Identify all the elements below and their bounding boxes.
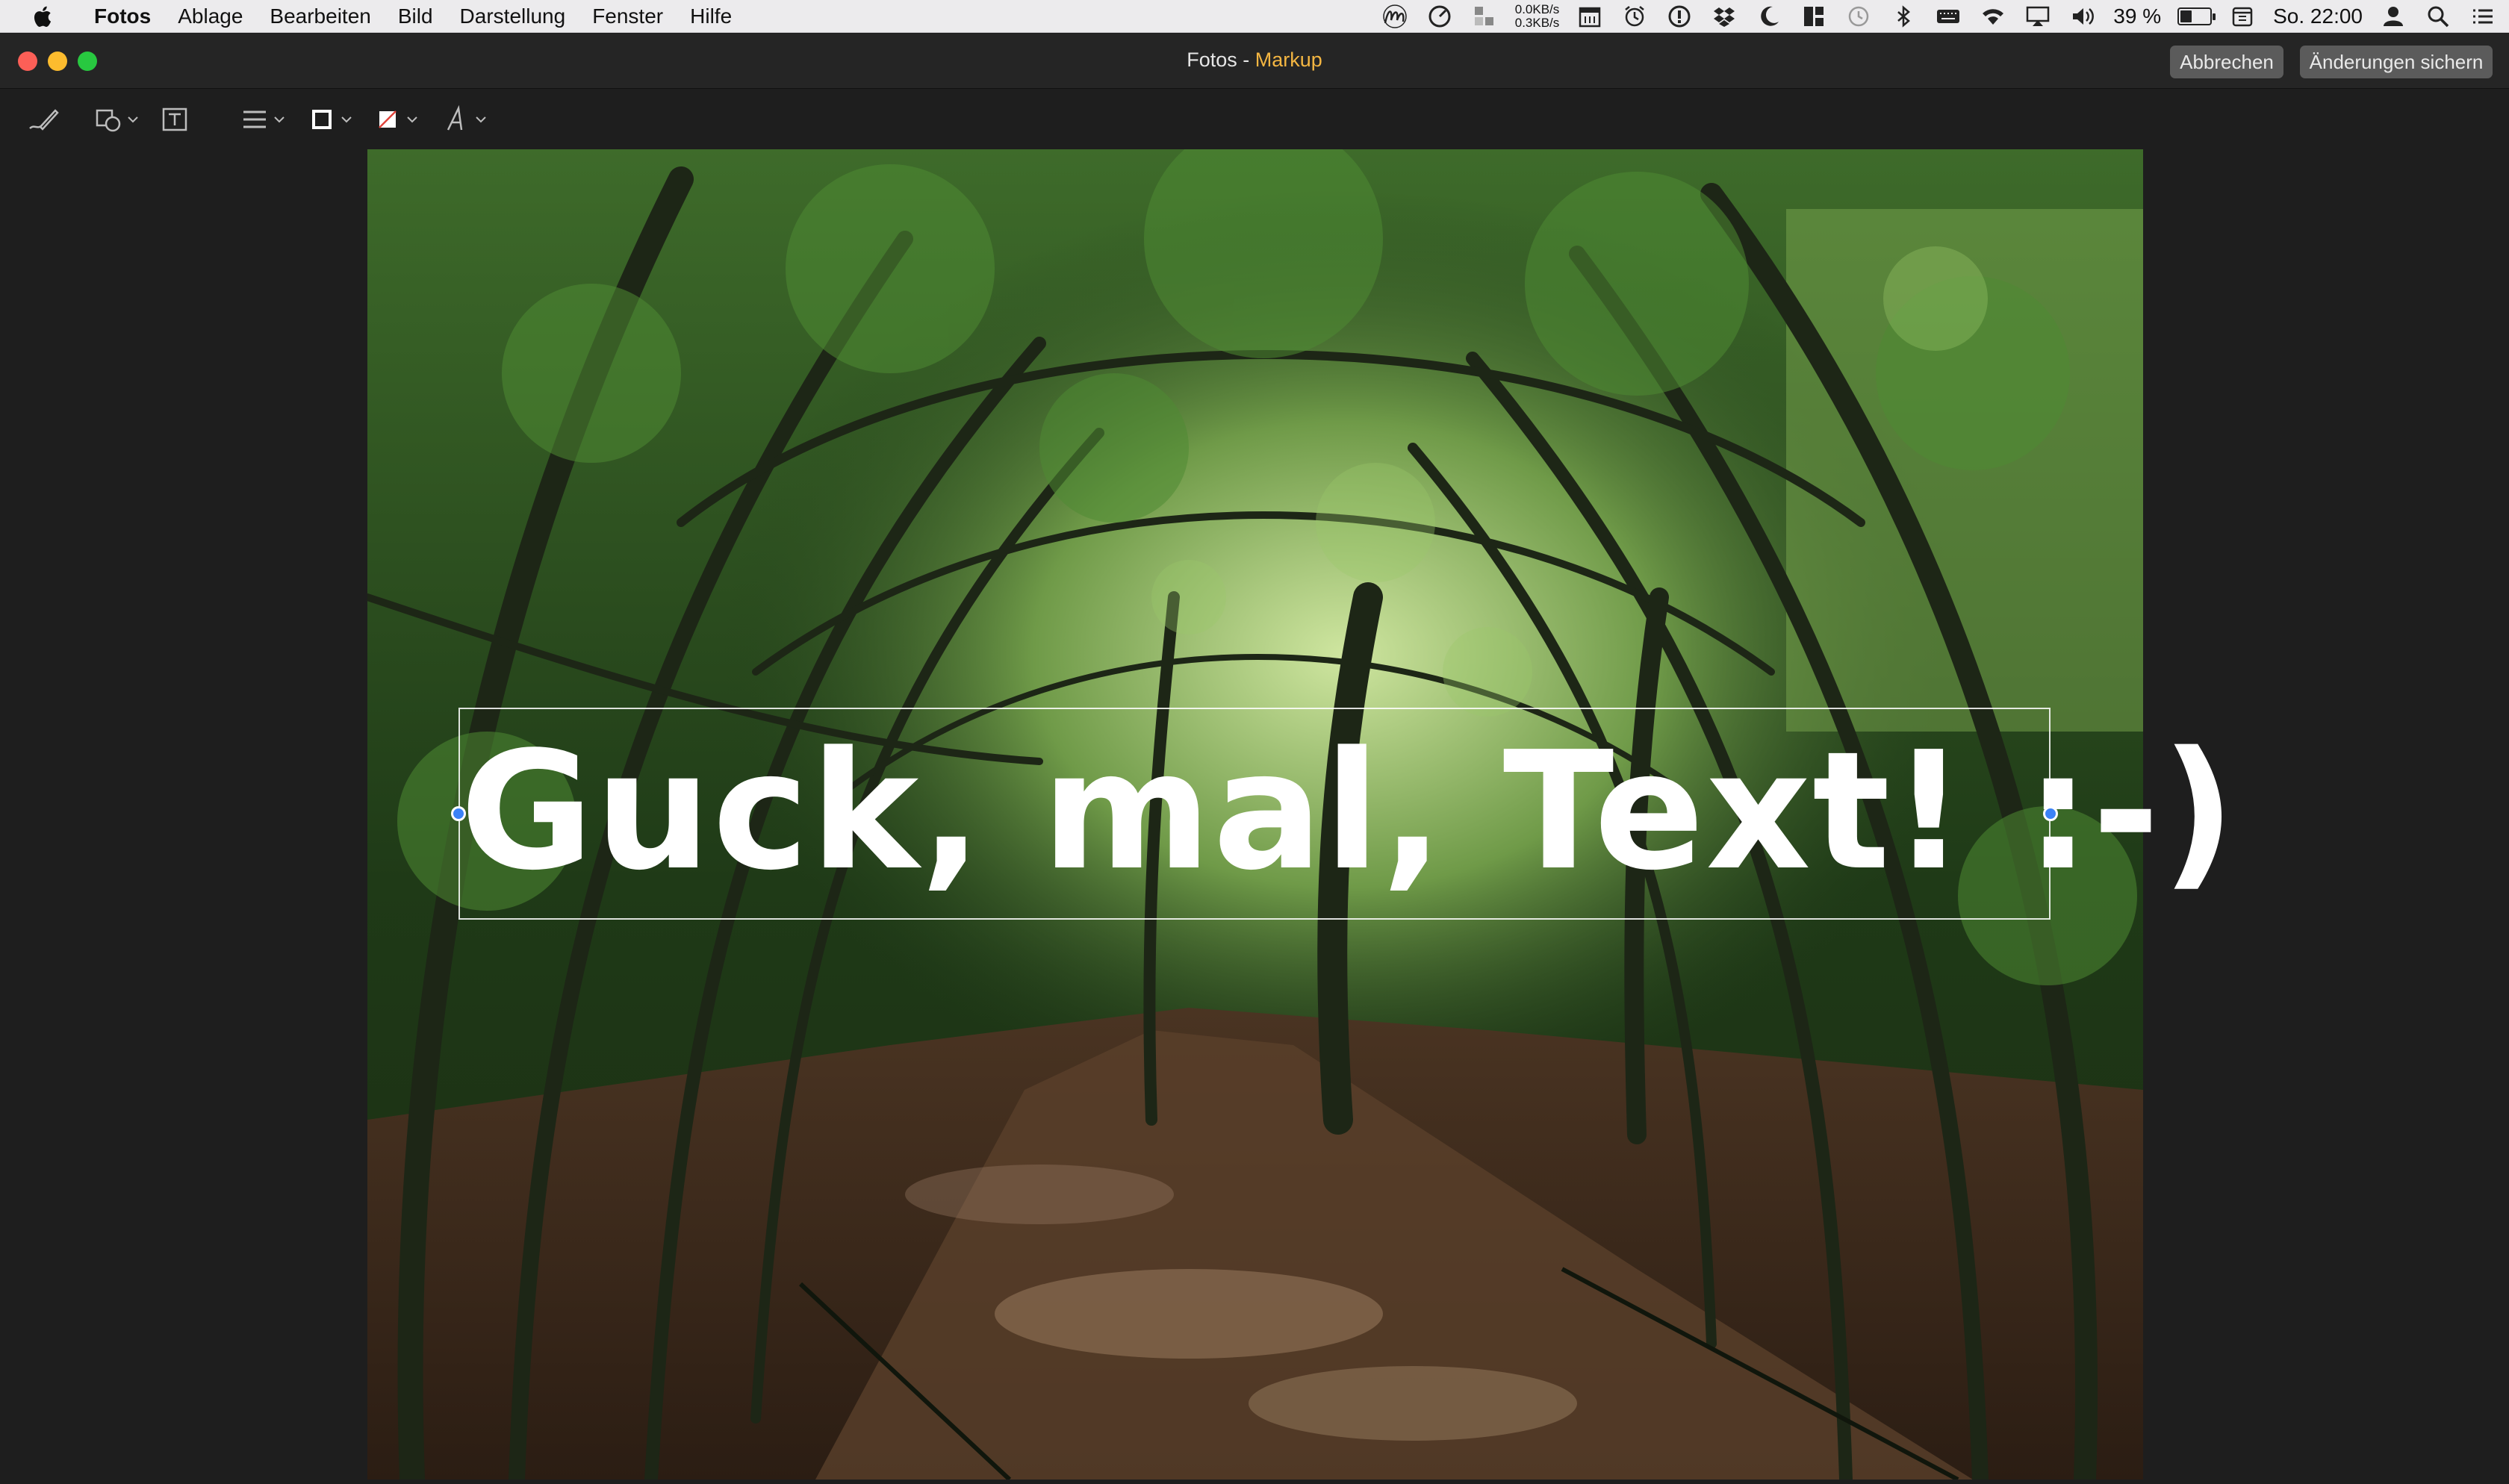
menu-fenster[interactable]: Fenster [579,0,677,33]
airplay-icon[interactable] [2024,4,2052,29]
window-title-app: Fotos [1187,49,1237,71]
annotation-text[interactable]: Guck, mal, Text! :-) [460,723,2236,902]
border-color-icon [312,110,332,129]
network-speed: 0.0KB/s 0.3KB/s [1515,3,1560,30]
chevron-down-icon [407,116,417,123]
network-up: 0.3KB/s [1514,16,1560,30]
chevron-down-icon [341,116,352,123]
markup-canvas: Guck, mal, Text! :-) [0,149,2509,1484]
info-circle-icon[interactable] [1665,4,1694,29]
fill-color-tool[interactable] [373,103,418,136]
wifi-icon[interactable] [1979,4,2007,29]
text-box-icon [162,107,187,131]
apple-icon[interactable] [27,4,57,28]
cancel-button[interactable]: Abbrechen [2170,46,2283,78]
line-style-tool[interactable] [240,103,285,136]
bluetooth-icon[interactable] [1889,4,1918,29]
list-icon[interactable] [2469,4,2497,29]
menu-hilfe[interactable]: Hilfe [677,0,745,33]
save-changes-button[interactable]: Änderungen sichern [2300,46,2493,78]
menu-bild[interactable]: Bild [385,0,447,33]
battery-level [2180,10,2192,22]
volume-icon[interactable] [2068,4,2097,29]
chevron-down-icon [476,116,486,123]
line-style-icon [243,110,266,128]
border-color-tool[interactable] [308,103,352,136]
keyboard-icon[interactable] [1934,4,1962,29]
resize-handle-left[interactable] [451,806,466,821]
sketch-tool[interactable] [27,103,60,136]
window-title: Fotos - Markup [0,49,2509,72]
menu-ablage[interactable]: Ablage [164,0,256,33]
sketch-icon [29,109,59,131]
text-style-icon [447,105,463,131]
dropbox-icon[interactable] [1710,4,1738,29]
shapes-icon [96,109,121,132]
window-title-mode: Markup [1254,49,1322,71]
text-style-tool[interactable] [442,103,487,136]
battery-icon[interactable] [2177,7,2216,25]
clock[interactable]: So. 22:00 [2273,4,2363,28]
menu-darstellung[interactable]: Darstellung [447,0,579,33]
grid-icon[interactable] [1800,4,1828,29]
window-title-bar: Fotos - Markup Abbrechen Änderungen sich… [0,34,2509,89]
resize-handle-right[interactable] [2043,806,2058,821]
menu-bar: Fotos Ablage Bearbeiten Bild Darstellung… [0,0,2509,33]
moon-icon[interactable] [1755,4,1783,29]
activity-icon[interactable] [1426,4,1454,29]
battery-percent[interactable]: 39 % [2113,4,2161,28]
fill-color-icon [379,110,397,128]
user-icon[interactable] [2379,4,2407,29]
chevron-down-icon [274,116,285,123]
calendar-icon[interactable] [1576,4,1604,29]
markup-toolbar [0,90,2509,149]
date-icon[interactable] [2228,4,2257,29]
text-tool[interactable] [160,103,190,136]
text-annotation-box[interactable]: Guck, mal, Text! :-) [451,708,2236,920]
shapes-tool[interactable] [94,103,139,136]
chevron-down-icon [128,116,138,123]
alarm-icon[interactable] [1620,4,1649,29]
network-down: 0.0KB/s [1514,2,1560,16]
language-icon[interactable] [1470,4,1499,29]
spotlight-icon[interactable] [2424,4,2452,29]
menu-bearbeiten[interactable]: Bearbeiten [256,0,384,33]
window-title-separator: - [1237,49,1255,71]
time-machine-icon[interactable] [1844,4,1873,29]
menu-app-name[interactable]: Fotos [81,0,164,33]
scribble-icon[interactable] [1381,4,1409,29]
